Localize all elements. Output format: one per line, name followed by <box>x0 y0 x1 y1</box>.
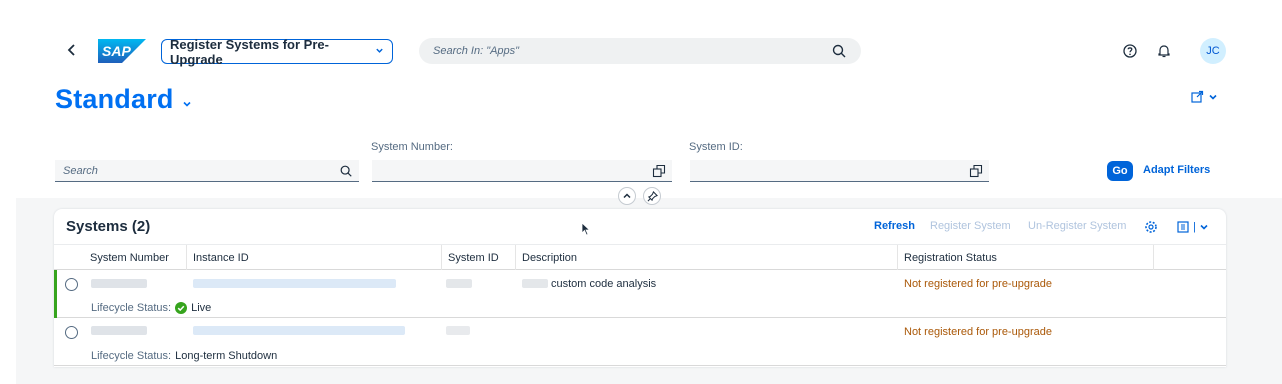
row-select-radio[interactable] <box>65 326 78 339</box>
variant-selector[interactable]: Standard <box>55 84 193 115</box>
row-highlight-indicator <box>54 270 57 318</box>
export-icon <box>1177 221 1189 233</box>
share-icon <box>1191 90 1204 103</box>
shell-search-placeholder: Search In: "Apps" <box>433 45 520 57</box>
unregister-system-button[interactable]: Un-Register System <box>1028 220 1126 232</box>
user-avatar[interactable]: JC <box>1200 38 1226 64</box>
lifecycle-status-value: Live <box>191 302 212 314</box>
registration-status-cell: Not registered for pre-upgrade <box>904 326 1052 338</box>
shell-search-field[interactable]: Search In: "Apps" <box>419 38 861 64</box>
redacted-instance-id <box>193 279 396 288</box>
column-instance-id[interactable]: Instance ID <box>187 245 442 270</box>
table-row[interactable]: Not registered for pre-upgrade Lifecycle… <box>54 318 1226 366</box>
registration-status-cell: Not registered for pre-upgrade <box>904 278 1052 290</box>
share-button[interactable] <box>1190 89 1226 105</box>
lifecycle-status-value: Long-term Shutdown <box>175 350 278 362</box>
lifecycle-status: Lifecycle Status: Live <box>91 302 211 314</box>
value-help-icon[interactable] <box>652 164 666 178</box>
value-help-icon[interactable] <box>969 164 983 178</box>
redacted-description-prefix <box>522 279 548 288</box>
sap-logo-text: SAP <box>102 43 131 59</box>
redacted-system-number <box>91 279 147 288</box>
adapt-filters-button[interactable]: Adapt Filters <box>1143 164 1210 176</box>
systems-table: Systems (2) Refresh Register System Un-R… <box>54 209 1226 367</box>
filter-search-placeholder: Search <box>63 164 98 177</box>
back-button[interactable] <box>64 42 80 58</box>
chevron-up-icon <box>623 193 631 199</box>
redacted-instance-id <box>193 326 405 335</box>
column-system-id[interactable]: System ID <box>442 245 516 270</box>
chevron-down-icon <box>375 46 384 58</box>
redacted-system-number <box>91 326 147 335</box>
app-title: Register Systems for Pre-Upgrade <box>170 36 329 67</box>
toolbar-separator: | <box>1193 221 1196 233</box>
redacted-system-id <box>446 279 472 288</box>
system-number-label: System Number: <box>371 141 453 153</box>
system-id-label: System ID: <box>689 141 743 153</box>
search-icon[interactable] <box>339 164 353 178</box>
gear-icon <box>1145 221 1157 233</box>
export-button[interactable]: | <box>1176 219 1216 235</box>
back-icon <box>67 44 75 56</box>
redacted-system-id <box>446 326 470 335</box>
pin-header-button[interactable] <box>643 187 661 205</box>
mouse-cursor-icon <box>581 222 591 236</box>
chevron-down-icon <box>1209 94 1217 100</box>
description-cell: custom code analysis <box>551 278 657 290</box>
table-settings-button[interactable] <box>1144 220 1158 234</box>
column-registration-status[interactable]: Registration Status <box>898 245 1154 270</box>
chevron-down-icon <box>1200 224 1208 230</box>
column-description[interactable]: Description <box>516 245 898 270</box>
lifecycle-status-label: Lifecycle Status: <box>91 350 172 362</box>
success-check-icon <box>175 302 188 314</box>
system-id-input[interactable] <box>690 160 989 182</box>
search-icon[interactable] <box>831 43 847 59</box>
column-system-number[interactable]: System Number <box>84 245 187 270</box>
go-button[interactable]: Go <box>1107 161 1133 181</box>
lifecycle-status: Lifecycle Status: Long-term Shutdown <box>91 350 277 362</box>
row-select-radio[interactable] <box>65 278 78 291</box>
bell-icon[interactable] <box>1156 43 1172 59</box>
table-row[interactable]: custom code analysis Not registered for … <box>54 270 1226 318</box>
app-title-menu-button[interactable]: Register Systems for Pre-Upgrade <box>161 36 393 67</box>
system-number-input[interactable] <box>372 160 672 182</box>
table-title: Systems (2) <box>66 218 151 235</box>
chevron-down-icon <box>181 98 193 110</box>
register-system-button[interactable]: Register System <box>930 220 1011 232</box>
table-header-row: System Number Instance ID System ID Desc… <box>54 244 1226 270</box>
refresh-button[interactable]: Refresh <box>874 220 915 232</box>
filter-search-input[interactable]: Search <box>55 160 359 182</box>
lifecycle-status-label: Lifecycle Status: <box>91 302 172 314</box>
help-icon[interactable] <box>1122 43 1138 59</box>
collapse-header-button[interactable] <box>618 187 636 205</box>
shell-bar: SAP Register Systems for Pre-Upgrade Sea… <box>0 0 1282 80</box>
sap-logo[interactable]: SAP <box>98 39 146 63</box>
variant-title: Standard <box>55 84 174 114</box>
pin-icon <box>647 190 658 201</box>
